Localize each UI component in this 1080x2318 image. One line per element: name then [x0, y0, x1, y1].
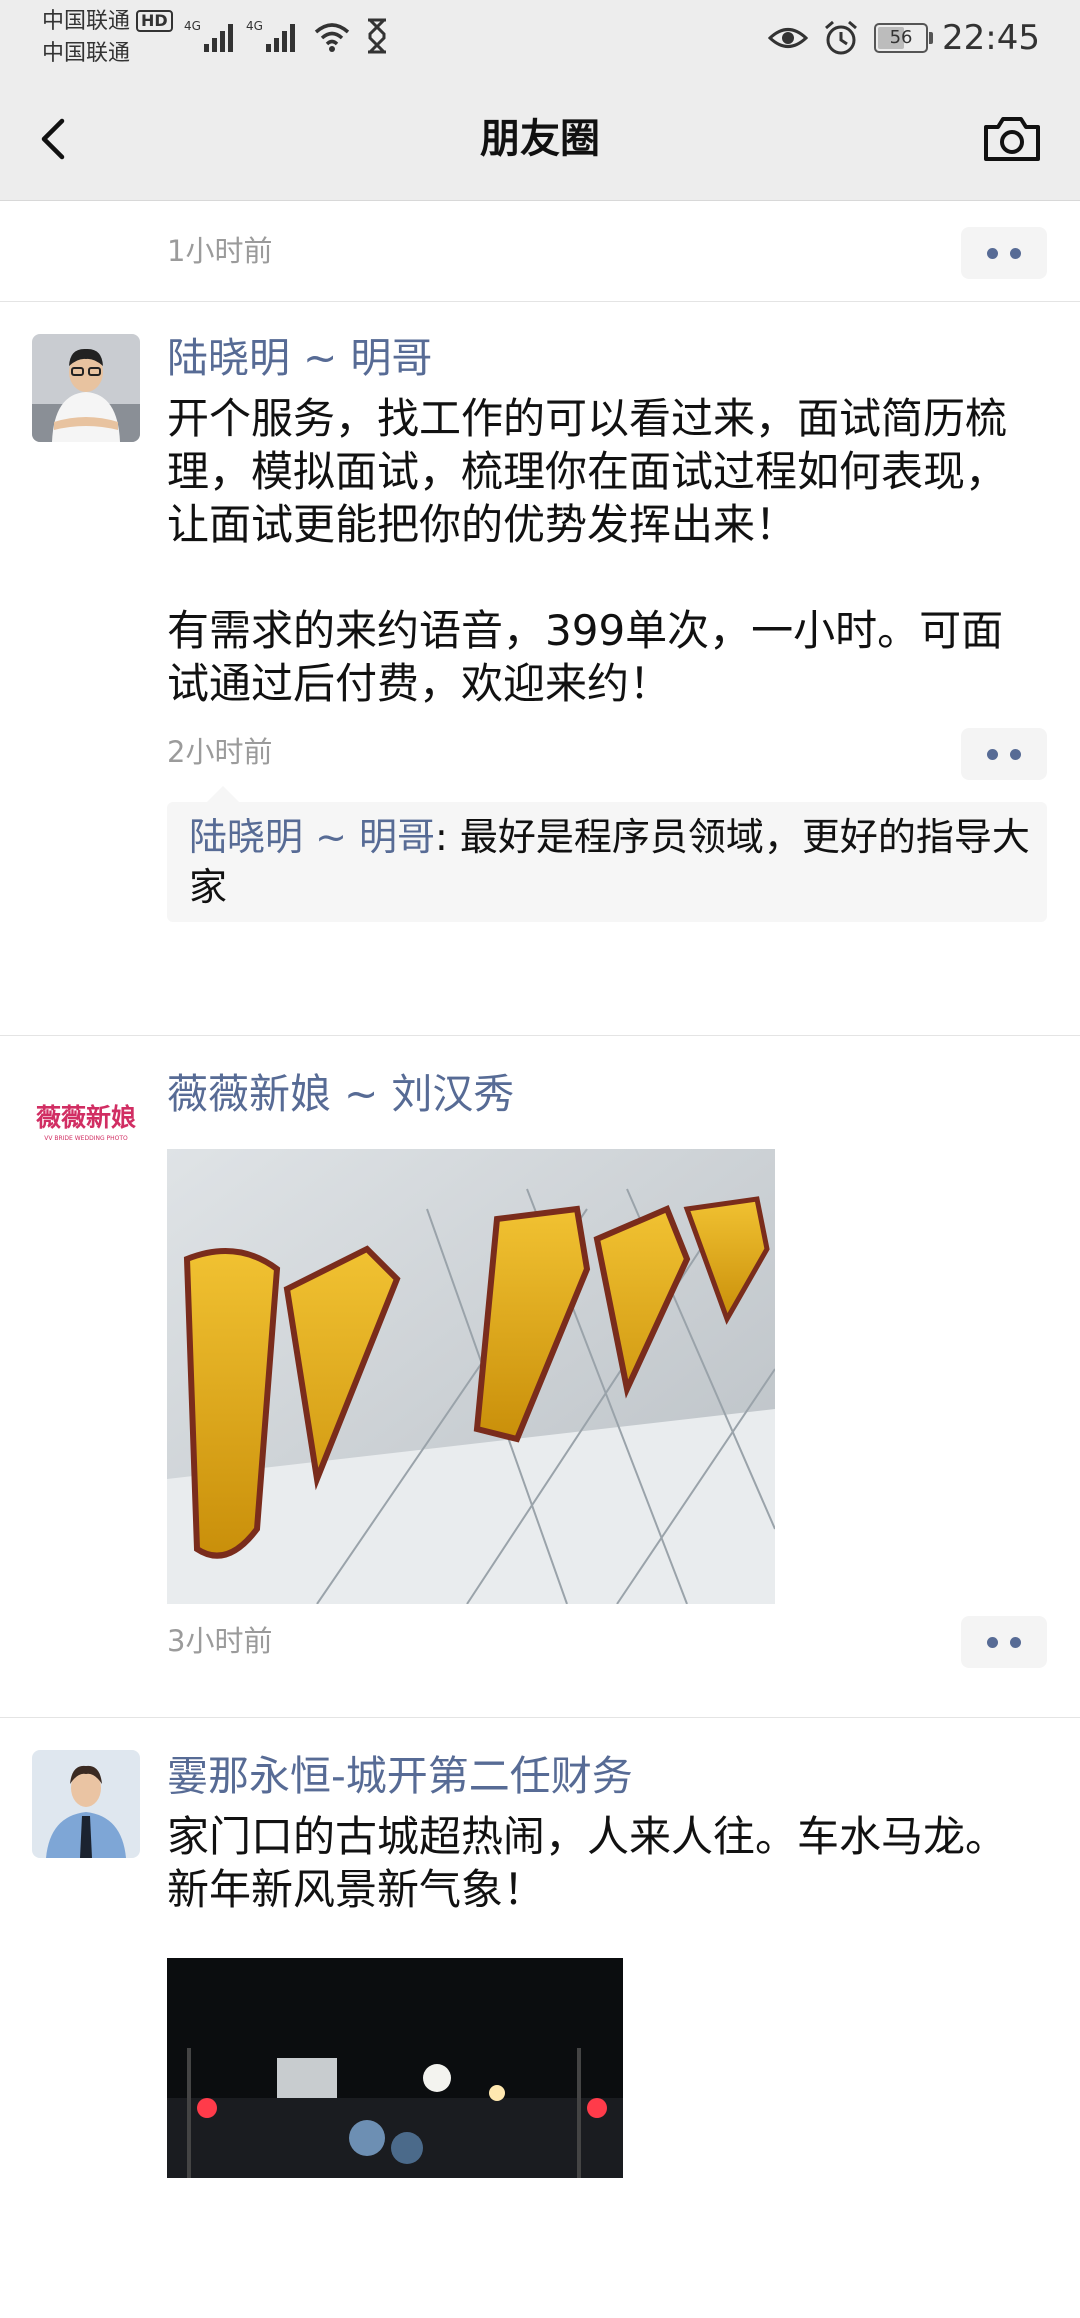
alarm-icon	[825, 20, 857, 55]
post-content: 开个服务，找工作的可以看过来，面试简历梳理，模拟面试，梳理你在面试过程如何表现，…	[167, 394, 1008, 708]
avatar[interactable]	[32, 1750, 140, 1858]
brand-logo: 薇薇新娘 VV BRIDE WEDDING PHOTO	[32, 1068, 140, 1176]
svg-text:薇薇新娘: 薇薇新娘	[36, 1103, 136, 1132]
post-content: 家门口的古城超热闹，人来人往。车水马龙。新年新风景新气象！	[167, 1812, 1008, 1914]
status-right: 56 22:45	[768, 10, 1040, 66]
feed-post: 薇薇新娘 VV BRIDE WEDDING PHOTO 薇薇新娘 ~ 刘汉秀 3…	[0, 1036, 1080, 1717]
nav-bar: 朋友圈	[0, 78, 1080, 201]
post-time: 3小时前	[167, 1624, 273, 1658]
status-bar: 中国联通 HD 中国联通 4G 4G 56 22:45	[0, 0, 1080, 78]
moments-feed: 1小时前 陆晓明 ~ 明哥 开个服务，找工作的可以看过来，面试简历梳理，模拟面试…	[0, 201, 1080, 2318]
dot	[987, 248, 998, 259]
post-username[interactable]: 陆晓明 ~ 明哥	[167, 330, 432, 386]
dot	[987, 749, 998, 760]
feed-post: 1小时前	[0, 201, 1080, 301]
avatar-photo	[32, 1750, 140, 1858]
dot	[1010, 248, 1021, 259]
feed-post: 陆晓明 ~ 明哥 开个服务，找工作的可以看过来，面试简历梳理，模拟面试，梳理你在…	[0, 302, 1080, 1035]
post-photo[interactable]	[167, 1958, 623, 2178]
comment-author[interactable]: 陆晓明 ~ 明哥	[189, 815, 435, 859]
post-time: 1小时前	[167, 234, 273, 268]
hd-badge: HD	[136, 10, 173, 32]
avatar[interactable]	[32, 334, 140, 442]
dot	[1010, 749, 1021, 760]
wifi-icon	[314, 23, 350, 52]
signal-icon-2: 4G	[246, 19, 295, 52]
comment-box: 陆晓明 ~ 明哥: 最好是程序员领域，更好的指导大家	[167, 786, 1047, 922]
carrier-info: 中国联通 HD 中国联通	[42, 6, 173, 70]
carrier-1: 中国联通	[42, 9, 131, 34]
post-photo-image	[167, 1958, 623, 2178]
more-button[interactable]	[961, 227, 1047, 279]
battery-label: 56	[889, 27, 913, 48]
eye-icon	[768, 28, 809, 48]
dot	[987, 1637, 998, 1648]
post-photo[interactable]	[167, 1149, 775, 1604]
hourglass-icon	[368, 18, 386, 54]
svg-text:VV BRIDE WEDDING PHOTO: VV BRIDE WEDDING PHOTO	[44, 1135, 128, 1142]
avatar[interactable]: 薇薇新娘 VV BRIDE WEDDING PHOTO	[32, 1068, 140, 1176]
camera-icon[interactable]	[980, 109, 1044, 169]
post-username[interactable]: 霎那永恒-城开第二任财务	[167, 1748, 633, 1804]
page-title: 朋友圈	[480, 116, 600, 162]
carrier-2: 中国联通	[42, 41, 131, 66]
avatar-photo	[32, 334, 140, 442]
more-button[interactable]	[961, 728, 1047, 780]
signal-icon: 4G	[184, 19, 233, 52]
dot	[1010, 1637, 1021, 1648]
battery-icon: 56	[874, 23, 934, 53]
post-photo-image	[167, 1149, 775, 1604]
clock: 22:45	[942, 18, 1040, 58]
svg-text:4G: 4G	[184, 19, 201, 33]
post-username[interactable]: 薇薇新娘 ~ 刘汉秀	[167, 1066, 514, 1122]
feed-post: 霎那永恒-城开第二任财务 家门口的古城超热闹，人来人往。车水马龙。新年新风景新气…	[0, 1718, 1080, 2318]
svg-text:4G: 4G	[246, 19, 263, 33]
more-button[interactable]	[961, 1616, 1047, 1668]
post-time: 2小时前	[167, 735, 273, 769]
